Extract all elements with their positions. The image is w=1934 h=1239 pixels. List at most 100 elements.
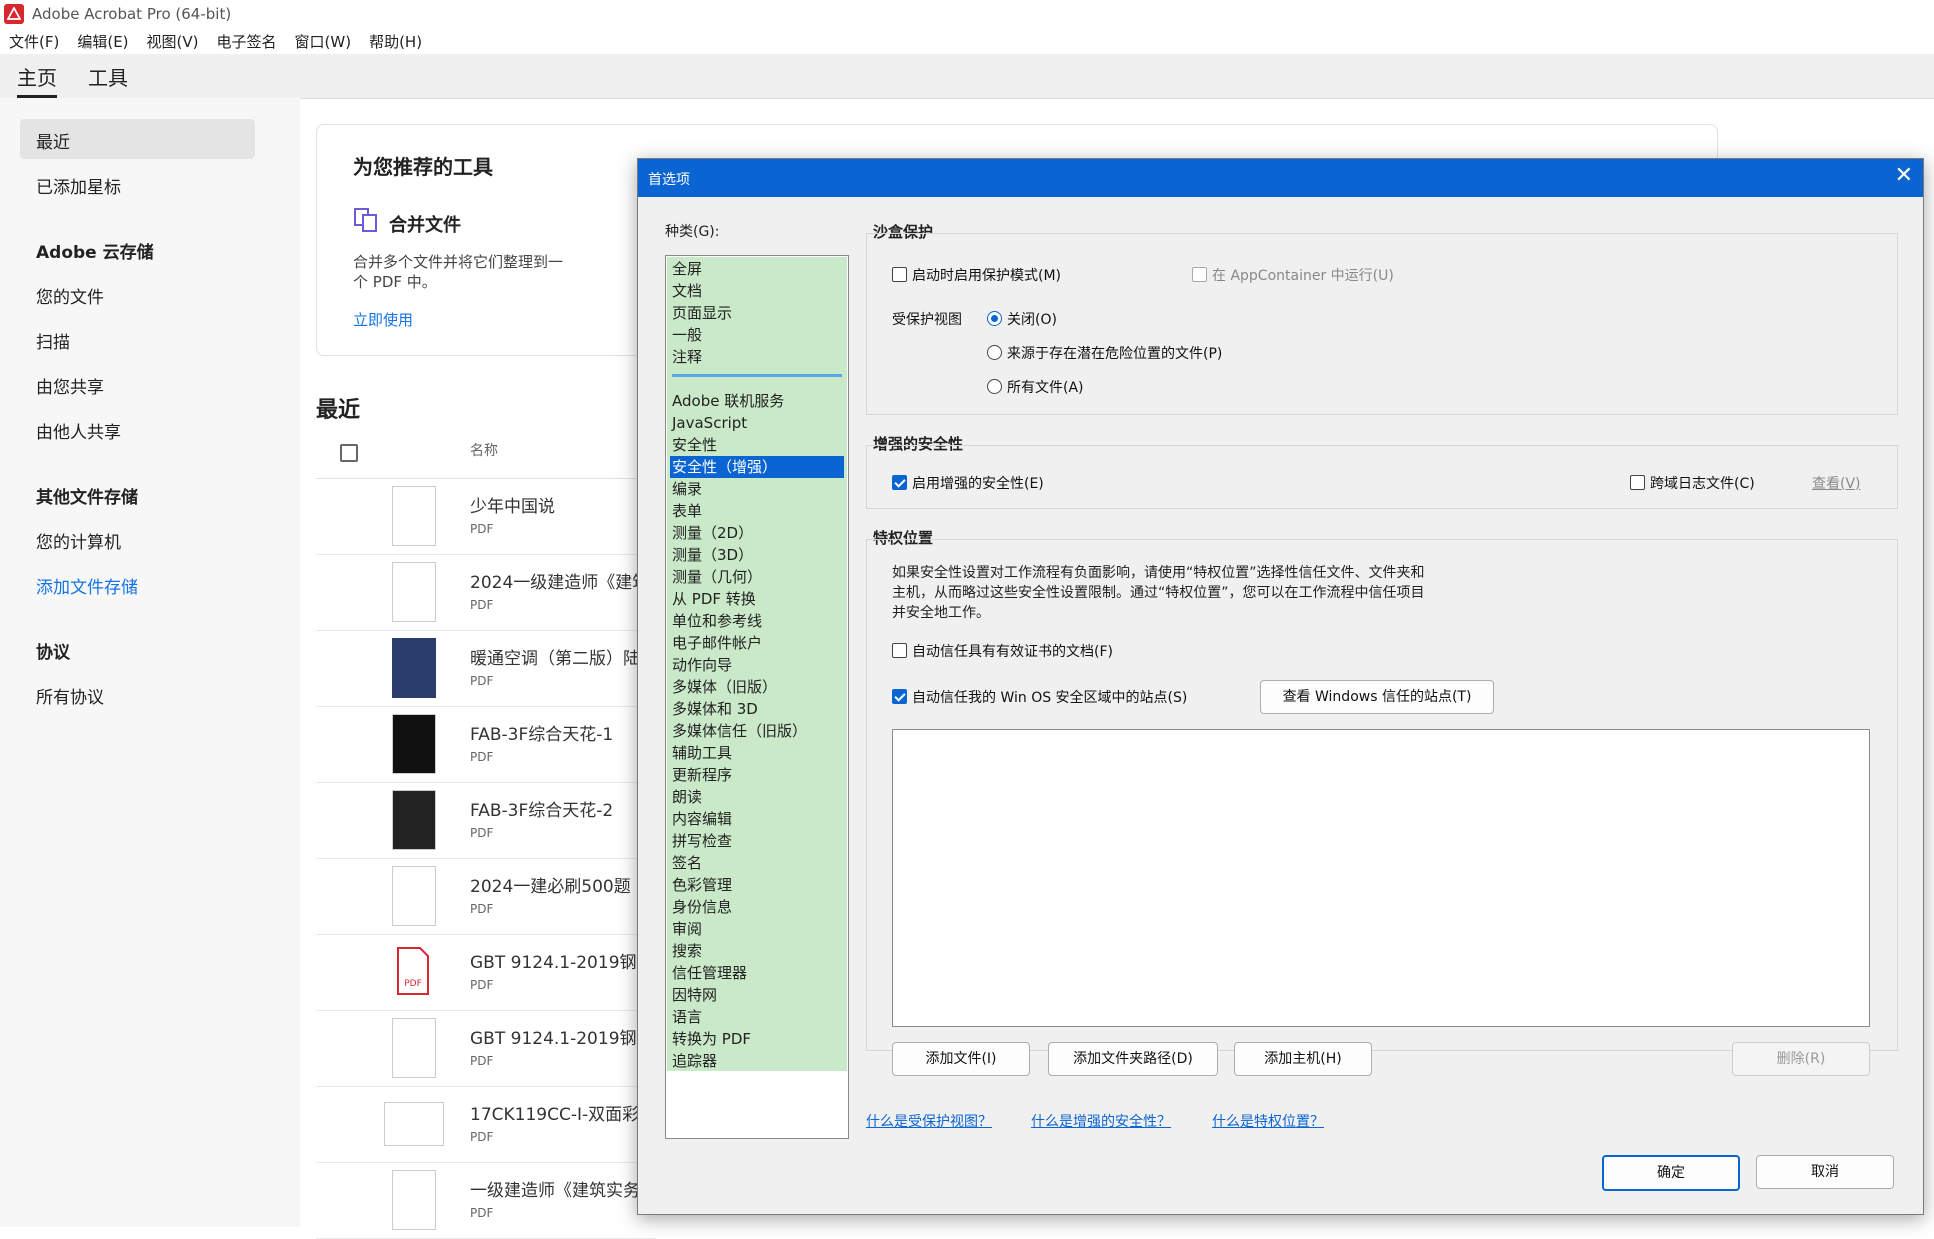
sidebar-item-shared-by-others[interactable]: 由他人共享	[36, 418, 121, 443]
appcontainer-checkbox[interactable]	[1192, 267, 1207, 282]
category-item-selected[interactable]: 安全性（增强）	[670, 456, 844, 478]
category-item[interactable]: 从 PDF 转换	[670, 588, 844, 610]
menu-esign[interactable]: 电子签名	[217, 31, 277, 52]
sidebar-item-scan[interactable]: 扫描	[36, 328, 70, 353]
use-now-link[interactable]: 立即使用	[353, 309, 413, 330]
category-item[interactable]: 转换为 PDF	[670, 1028, 844, 1050]
category-item[interactable]: 信任管理器	[670, 962, 844, 984]
file-row[interactable]: 一级建造师《建筑实务 PDF	[316, 1162, 656, 1239]
protected-view-off-radio[interactable]	[987, 311, 1002, 326]
category-item[interactable]: 内容编辑	[670, 808, 844, 830]
protected-view-unsafe-radio[interactable]	[987, 345, 1002, 360]
add-host-button[interactable]: 添加主机(H)	[1234, 1042, 1372, 1076]
sidebar-item-shared-by-you[interactable]: 由您共享	[36, 373, 104, 398]
tab-tools[interactable]: 工具	[88, 62, 128, 91]
trust-cert-docs-checkbox[interactable]	[892, 643, 907, 658]
add-file-button[interactable]: 添加文件(I)	[892, 1042, 1030, 1076]
cross-domain-log-label: 跨域日志文件(C)	[1650, 476, 1755, 492]
category-item[interactable]: 追踪器	[670, 1050, 844, 1072]
category-item[interactable]: 签名	[670, 852, 844, 874]
file-row[interactable]: 2024一级建造师《建筑 PDF	[316, 554, 656, 631]
menu-edit[interactable]: 编辑(E)	[77, 31, 128, 52]
tab-home[interactable]: 主页	[17, 62, 57, 98]
menu-help[interactable]: 帮助(H)	[369, 31, 422, 52]
category-item[interactable]: 语言	[670, 1006, 844, 1028]
category-list[interactable]: 全屏 文档 页面显示 一般 注释 Adobe 联机服务 JavaScript 安…	[665, 255, 849, 1139]
sidebar-item-starred[interactable]: 已添加星标	[36, 173, 121, 198]
menu-view[interactable]: 视图(V)	[147, 31, 199, 52]
category-item[interactable]: 因特网	[670, 984, 844, 1006]
file-name: 暖通空调（第二版）陆	[470, 649, 640, 669]
category-item[interactable]: 测量（几何）	[670, 566, 844, 588]
category-item[interactable]: 身份信息	[670, 896, 844, 918]
category-item[interactable]: 色彩管理	[670, 874, 844, 896]
view-windows-sites-button[interactable]: 查看 Windows 信任的站点(T)	[1260, 680, 1494, 714]
what-enhanced-security-link[interactable]: 什么是增强的安全性？	[1031, 1111, 1171, 1131]
menu-file[interactable]: 文件(F)	[9, 31, 59, 52]
file-row[interactable]: PDF GBT 9124.1-2019钢制管 PDF	[316, 934, 671, 1011]
file-name: 17CK119CC-I-双面彩钢	[470, 1105, 657, 1125]
what-privileged-link[interactable]: 什么是特权位置？	[1212, 1111, 1324, 1131]
protected-view-all-radio[interactable]	[987, 379, 1002, 394]
column-name[interactable]: 名称	[470, 440, 498, 460]
file-thumbnail	[392, 1018, 436, 1078]
category-item[interactable]: 注释	[670, 346, 844, 368]
category-item[interactable]: 页面显示	[670, 302, 844, 324]
file-row[interactable]: 暖通空调（第二版）陆 PDF	[316, 630, 656, 707]
close-icon[interactable]: ✕	[1895, 163, 1913, 188]
sidebar-item-your-computer[interactable]: 您的计算机	[36, 528, 121, 553]
cancel-button[interactable]: 取消	[1756, 1155, 1894, 1189]
category-item[interactable]: 测量（2D）	[670, 522, 844, 544]
tool-combine-files[interactable]: 合并文件	[389, 211, 461, 237]
file-type: PDF	[470, 826, 494, 840]
sidebar-item-all-agreements[interactable]: 所有协议	[36, 683, 104, 708]
category-item[interactable]: 搜索	[670, 940, 844, 962]
file-row[interactable]: 17CK119CC-I-双面彩钢 PDF	[316, 1086, 656, 1163]
file-row[interactable]: GBT 9124.1-2019钢制管 PDF	[316, 1010, 671, 1087]
privileged-description: 如果安全性设置对工作流程有负面影响，请使用“特权位置”选择性信任文件、文件夹和 …	[892, 563, 1522, 623]
what-protected-view-link[interactable]: 什么是受保护视图？	[866, 1111, 992, 1131]
preferences-dialog: 首选项 ✕ 种类(G): 全屏 文档 页面显示 一般 注释 Adobe 联机服务…	[637, 158, 1924, 1215]
sidebar-item-recent[interactable]: 最近	[36, 128, 70, 153]
category-item[interactable]: 动作向导	[670, 654, 844, 676]
category-item[interactable]: 文档	[670, 280, 844, 302]
protected-view-label: 受保护视图	[892, 312, 962, 328]
category-item[interactable]: 多媒体和 3D	[670, 698, 844, 720]
category-item[interactable]: JavaScript	[670, 412, 844, 434]
privileged-locations-list[interactable]	[892, 729, 1870, 1027]
category-item[interactable]: 测量（3D）	[670, 544, 844, 566]
sidebar-item-add-storage[interactable]: 添加文件存储	[36, 573, 138, 598]
category-item[interactable]: 审阅	[670, 918, 844, 940]
cross-domain-log-checkbox[interactable]	[1630, 475, 1645, 490]
category-item[interactable]: 更新程序	[670, 764, 844, 786]
file-row[interactable]: 少年中国说 PDF	[316, 478, 656, 555]
category-item[interactable]: 多媒体（旧版）	[670, 676, 844, 698]
protected-view-off-label: 关闭(O)	[1007, 312, 1057, 328]
category-item[interactable]: 电子邮件帐户	[670, 632, 844, 654]
category-item[interactable]: 编录	[670, 478, 844, 500]
file-row[interactable]: 2024一建必刷500题【 PDF	[316, 858, 656, 935]
select-all-checkbox[interactable]	[340, 444, 358, 462]
category-item[interactable]: 朗读	[670, 786, 844, 808]
menu-window[interactable]: 窗口(W)	[295, 31, 352, 52]
category-item[interactable]: 表单	[670, 500, 844, 522]
category-item[interactable]: 安全性	[670, 434, 844, 456]
category-item[interactable]: 一般	[670, 324, 844, 346]
category-item[interactable]: 单位和参考线	[670, 610, 844, 632]
sidebar-item-your-files[interactable]: 您的文件	[36, 283, 104, 308]
trust-win-sites-checkbox[interactable]	[892, 689, 907, 704]
add-folder-button[interactable]: 添加文件夹路径(D)	[1048, 1042, 1218, 1076]
view-log-link[interactable]: 查看(V)	[1812, 473, 1861, 493]
category-item[interactable]: 辅助工具	[670, 742, 844, 764]
file-row[interactable]: FAB-3F综合天花-2 PDF	[316, 782, 656, 859]
ok-button[interactable]: 确定	[1602, 1155, 1740, 1191]
enhanced-security-checkbox[interactable]	[892, 475, 907, 490]
category-item[interactable]: 多媒体信任（旧版）	[670, 720, 844, 742]
category-item[interactable]: 拼写检查	[670, 830, 844, 852]
protected-mode-checkbox[interactable]	[892, 267, 907, 282]
category-item[interactable]: Adobe 联机服务	[670, 390, 844, 412]
file-type: PDF	[470, 1206, 494, 1220]
remove-button[interactable]: 删除(R)	[1732, 1042, 1870, 1076]
file-row[interactable]: FAB-3F综合天花-1 PDF	[316, 706, 656, 783]
category-item[interactable]: 全屏	[670, 258, 844, 280]
